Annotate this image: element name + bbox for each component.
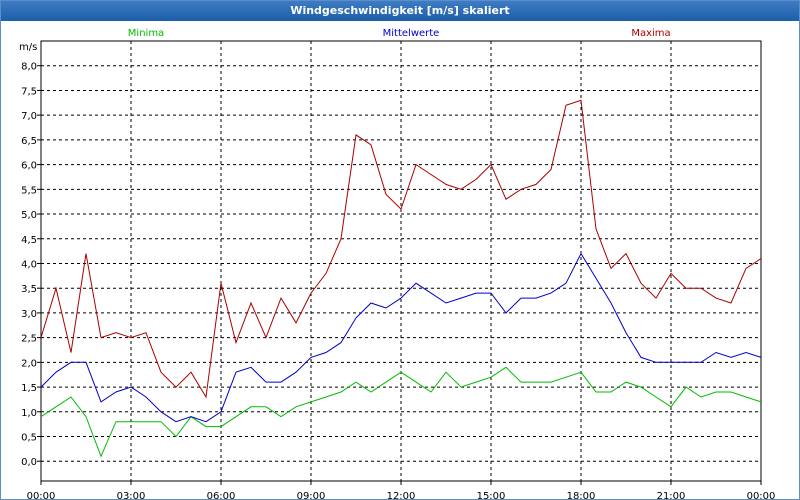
y-tick-label: 0,5 [21, 433, 37, 444]
y-tick-label: 2,0 [21, 358, 37, 369]
y-tick-label: 5,5 [21, 185, 37, 196]
y-tick-label: 6,5 [21, 136, 37, 147]
legend-entry-mittelwerte: Mittelwerte [383, 28, 440, 39]
line-chart: 0,0 0,5 1,0 1,5 2,0 2,5 3,0 3,5 4,0 4,5 5,0 5,5 6,0 6… [19, 28, 776, 499]
x-tick-time-label: 15:00 [477, 491, 506, 499]
chart-window: Windgeschwindigkeit [m/s] skaliert 0,0 0,… [0, 0, 800, 500]
x-tick-time-label: 12:00 [387, 491, 416, 499]
y-tick-label: 0,0 [21, 457, 37, 468]
x-tick-time-label: 18:00 [567, 491, 596, 499]
legend-entry-minima: Minima [128, 28, 164, 39]
y-tick-label: 8,0 [21, 62, 37, 73]
x-tick-time-label: 21:00 [657, 491, 686, 499]
y-tick-label: 6,0 [21, 161, 37, 172]
y-axis: 0,0 0,5 1,0 1,5 2,0 2,5 3,0 3,5 4,0 4,5 5,0 5,5 6,0 6… [21, 62, 41, 468]
y-tick-label: 4,0 [21, 259, 37, 270]
y-tick-label: 2,5 [21, 334, 37, 345]
legend: Minima Mittelwerte Maxima [128, 28, 671, 39]
y-tick-label: 5,0 [21, 210, 37, 221]
window-title: Windgeschwindigkeit [m/s] skaliert [1, 1, 799, 21]
x-tick-time-label: 00:00 [27, 491, 56, 499]
x-axis: 00:0026.09.1403:0026.09.1406:0026.09.140… [27, 481, 776, 499]
y-tick-label: 7,0 [21, 111, 37, 122]
legend-entry-maxima: Maxima [631, 28, 670, 39]
y-tick-label: 4,5 [21, 235, 37, 246]
y-axis-label: m/s [19, 42, 37, 53]
y-tick-label: 3,5 [21, 284, 37, 295]
x-tick-time-label: 03:00 [117, 491, 146, 499]
y-tick-label: 7,5 [21, 86, 37, 97]
y-tick-label: 1,0 [21, 408, 37, 419]
y-tick-label: 3,0 [21, 309, 37, 320]
y-tick-label: 1,5 [21, 383, 37, 394]
x-tick-time-label: 00:00 [747, 491, 776, 499]
x-tick-time-label: 06:00 [207, 491, 236, 499]
x-tick-time-label: 09:00 [297, 491, 326, 499]
